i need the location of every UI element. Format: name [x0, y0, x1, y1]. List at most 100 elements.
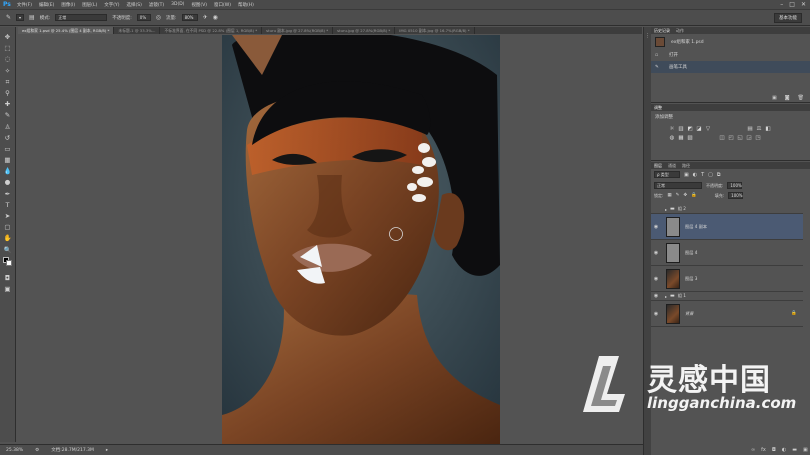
- quick-mask-icon[interactable]: ◘: [5, 274, 10, 282]
- invert-icon[interactable]: ◫: [719, 135, 725, 141]
- new-document-from-state-icon[interactable]: ▣: [772, 95, 777, 101]
- posterize-icon[interactable]: ◰: [728, 135, 734, 141]
- menu-file[interactable]: 文件(F): [17, 2, 32, 8]
- canvas-area[interactable]: [17, 35, 642, 444]
- tab-document-4[interactable]: sturu 副本.jpg @ 27.8%(RGB/8) *: [262, 27, 334, 34]
- layer-style-icon[interactable]: fx: [761, 447, 766, 453]
- document-canvas[interactable]: [222, 35, 500, 444]
- color-lookup-icon[interactable]: ▧: [687, 135, 693, 141]
- panel-collapse-icon[interactable]: ⋮: [645, 33, 650, 39]
- history-item-brush[interactable]: ✎ 画笔工具: [651, 61, 810, 73]
- tab-document-1[interactable]: ex组和家 1.psd @ 25.4% (图层 4 副本, RGB/8) *: [18, 27, 115, 34]
- photo-filter-icon[interactable]: ◍: [669, 135, 675, 141]
- menu-edit[interactable]: 编辑(E): [39, 2, 54, 8]
- levels-icon[interactable]: ▥: [678, 126, 684, 132]
- color-balance-icon[interactable]: ⚖: [756, 126, 762, 132]
- fill-field[interactable]: 100%: [728, 192, 744, 199]
- layer-group-1[interactable]: ◉ ▸ ▬ 组 1: [651, 292, 803, 301]
- history-snapshot[interactable]: ex组和家 1.psd: [651, 34, 810, 49]
- new-layer-icon[interactable]: ▣: [803, 447, 808, 453]
- camera-icon[interactable]: ◙: [785, 95, 790, 101]
- close-button[interactable]: ✕: [801, 1, 806, 8]
- color-swatches-icon[interactable]: [2, 256, 13, 267]
- brush-panel-icon[interactable]: ▤: [29, 14, 35, 21]
- brightness-icon[interactable]: ☼: [669, 126, 675, 132]
- move-tool-icon[interactable]: ✥: [5, 33, 10, 41]
- filter-adjust-icon[interactable]: ◐: [693, 172, 697, 178]
- lock-transparent-icon[interactable]: ▦: [667, 193, 671, 198]
- brush-tool-icon[interactable]: ✎: [5, 111, 10, 119]
- gradient-tool-icon[interactable]: ▦: [4, 156, 10, 164]
- threshold-icon[interactable]: ◱: [737, 135, 743, 141]
- filter-pixel-icon[interactable]: ▣: [684, 172, 689, 178]
- marquee-tool-icon[interactable]: ⬚: [4, 44, 10, 52]
- layer-opacity-field[interactable]: 100%: [727, 182, 743, 189]
- gradient-map-icon[interactable]: ◲: [746, 135, 752, 141]
- new-group-icon[interactable]: ▬: [792, 447, 797, 453]
- menu-image[interactable]: 图像(I): [61, 2, 75, 8]
- eyedropper-tool-icon[interactable]: ⚲: [5, 89, 10, 97]
- zoom-level[interactable]: 25.38%: [6, 448, 23, 453]
- dodge-tool-icon[interactable]: ●: [5, 178, 11, 186]
- shape-tool-icon[interactable]: ▢: [4, 223, 10, 231]
- tab-channels[interactable]: 通道: [668, 163, 676, 169]
- airbrush-icon[interactable]: ✈: [203, 14, 208, 21]
- status-arrow-icon[interactable]: ▸: [106, 448, 108, 453]
- lock-all-icon[interactable]: 🔒: [691, 193, 697, 198]
- history-item-open[interactable]: ▫ 打开: [651, 49, 810, 61]
- layer-row-background[interactable]: ◉ 背景 🔒: [651, 301, 803, 327]
- curves-icon[interactable]: ◩: [687, 126, 693, 132]
- hue-saturation-icon[interactable]: ▤: [747, 126, 753, 132]
- brush-size-dropdown[interactable]: ▾: [16, 14, 25, 21]
- brush-preset-icon[interactable]: ✎: [6, 14, 11, 21]
- pressure-opacity-icon[interactable]: ◎: [156, 14, 161, 21]
- layer-row-4[interactable]: ◉ 图层 4: [651, 240, 803, 266]
- visibility-eye-icon[interactable]: ◉: [651, 276, 661, 282]
- channel-mixer-icon[interactable]: ▦: [678, 135, 684, 141]
- link-layers-icon[interactable]: ∞: [751, 447, 755, 453]
- screen-mode-icon[interactable]: ▣: [4, 285, 10, 293]
- visibility-eye-icon[interactable]: ◉: [651, 250, 661, 256]
- filter-shape-icon[interactable]: ▢: [708, 172, 713, 178]
- mode-select[interactable]: 正常: [55, 14, 108, 21]
- crop-tool-icon[interactable]: ⌗: [6, 78, 10, 86]
- visibility-eye-icon[interactable]: ◉: [651, 224, 661, 230]
- layer-row-4-copy[interactable]: ◉ 图层 4 副本: [651, 214, 803, 240]
- visibility-eye-icon[interactable]: ◉: [651, 293, 661, 299]
- tab-document-3[interactable]: 不标准界面, 在不同 PSD @ 22.8% (图层 1, RGB/8) *: [160, 27, 263, 34]
- filter-smart-icon[interactable]: ⧉: [717, 172, 721, 178]
- quick-select-tool-icon[interactable]: ✧: [5, 67, 10, 75]
- lock-pixels-icon[interactable]: ✎: [676, 193, 680, 198]
- maximize-button[interactable]: □: [789, 1, 795, 8]
- blur-tool-icon[interactable]: 💧: [3, 167, 11, 175]
- visibility-eye-icon[interactable]: ◉: [651, 311, 661, 317]
- tab-document-2[interactable]: 未标题-1 @ 33.3%...: [114, 27, 161, 34]
- tab-layers[interactable]: 图层: [654, 163, 662, 169]
- exposure-icon[interactable]: ◪: [696, 126, 702, 132]
- menu-type[interactable]: 文字(Y): [104, 2, 119, 8]
- eraser-tool-icon[interactable]: ▭: [4, 145, 10, 153]
- stamp-tool-icon[interactable]: ♙: [5, 123, 11, 131]
- menu-view[interactable]: 视图(V): [191, 2, 207, 8]
- status-settings-icon[interactable]: ⚙: [35, 448, 39, 453]
- workspace-switcher[interactable]: 基本功能: [774, 13, 802, 23]
- trash-icon[interactable]: 🗑: [798, 95, 804, 101]
- layer-kind-filter[interactable]: ρ 类型: [654, 171, 680, 178]
- type-tool-icon[interactable]: T: [6, 201, 10, 209]
- filter-type-icon[interactable]: T: [701, 172, 704, 178]
- tab-adjustments[interactable]: 调整: [654, 105, 662, 111]
- lock-position-icon[interactable]: ✥: [683, 193, 687, 198]
- tab-paths[interactable]: 路径: [682, 163, 690, 169]
- layer-group-2[interactable]: ▸ ▬ 组 2: [651, 205, 803, 214]
- flow-field[interactable]: 80%: [181, 14, 198, 21]
- pressure-size-icon[interactable]: ◉: [213, 14, 218, 21]
- hand-tool-icon[interactable]: ✋: [3, 234, 11, 242]
- menu-select[interactable]: 选择(S): [126, 2, 141, 8]
- healing-tool-icon[interactable]: ✚: [5, 100, 10, 108]
- history-brush-tool-icon[interactable]: ↺: [5, 134, 10, 142]
- opacity-field[interactable]: 0%: [136, 14, 151, 21]
- menu-filter[interactable]: 滤镜(T): [149, 2, 164, 8]
- new-adjustment-icon[interactable]: ◐: [782, 447, 786, 453]
- blend-mode-select[interactable]: 正常: [654, 182, 702, 189]
- vibrance-icon[interactable]: ▽: [705, 126, 711, 132]
